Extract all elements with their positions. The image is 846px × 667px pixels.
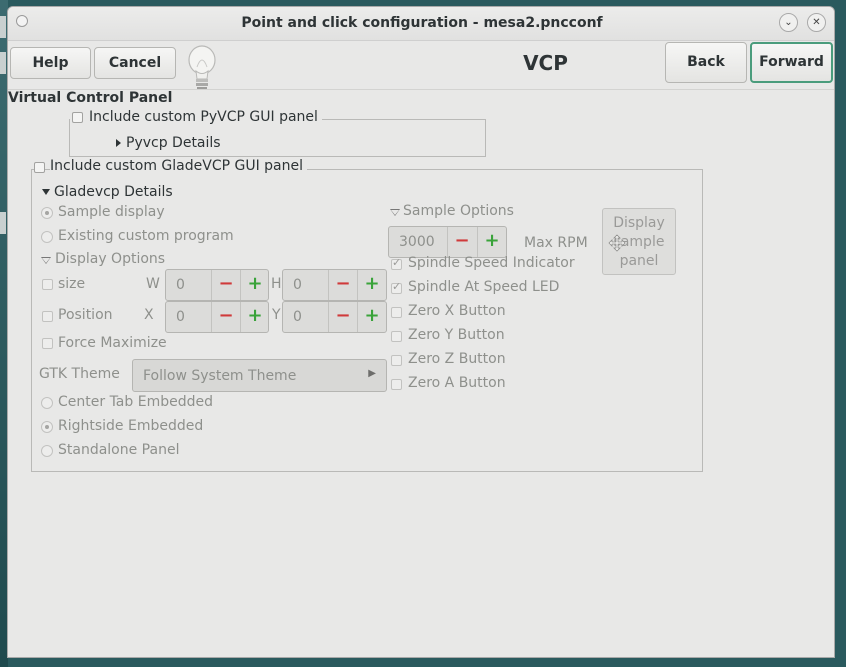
expander-arrow-icon[interactable] — [116, 139, 121, 147]
w-label: W — [146, 276, 160, 292]
zero-a-checkbox[interactable] — [391, 379, 402, 390]
max-rpm-spinner[interactable]: 3000 − + — [388, 226, 507, 258]
expander-arrow-icon[interactable] — [42, 189, 50, 195]
zero-y-label[interactable]: Zero Y Button — [408, 327, 505, 343]
pyvcp-frame-top — [301, 119, 486, 120]
sample-display-radio[interactable] — [41, 207, 53, 219]
sample-options-expander[interactable]: Sample Options — [403, 203, 514, 219]
lightbulb-icon — [188, 45, 216, 92]
force-maximize-checkbox[interactable] — [42, 338, 53, 349]
forward-button[interactable]: Forward — [750, 42, 833, 83]
zero-z-label[interactable]: Zero Z Button — [408, 351, 506, 367]
minus-icon[interactable]: − — [328, 302, 357, 332]
max-rpm-label: Max RPM — [524, 235, 588, 251]
spindle-speed-indicator-checkbox[interactable] — [391, 256, 402, 270]
position-x-value[interactable]: 0 — [176, 309, 185, 325]
h-label: H — [271, 276, 282, 292]
size-w-value[interactable]: 0 — [176, 277, 185, 293]
pyvcp-check-label[interactable]: Include custom PyVCP GUI panel — [89, 109, 322, 125]
display-sample-line-1: Display — [613, 215, 665, 231]
move-cursor-icon — [608, 234, 626, 252]
app-window: Point and click configuration - mesa2.pn… — [7, 6, 835, 658]
desktop-icon — [0, 212, 6, 234]
gladevcp-details-expander[interactable]: Gladevcp Details — [54, 184, 173, 200]
plus-icon[interactable]: + — [477, 227, 506, 257]
existing-program-radio[interactable] — [41, 231, 53, 243]
spindle-speed-indicator-label[interactable]: Spindle Speed Indicator — [408, 255, 575, 271]
help-button[interactable]: Help — [10, 47, 91, 79]
display-options-expander[interactable]: Display Options — [55, 251, 165, 267]
pyvcp-checkbox[interactable] — [72, 112, 83, 123]
gladevcp-checkbox[interactable] — [34, 162, 45, 173]
vcp-page: Virtual Control Panel Include custom PyV… — [8, 89, 834, 657]
title-bar[interactable]: Point and click configuration - mesa2.pn… — [8, 7, 834, 41]
window-title: Point and click configuration - mesa2.pn… — [241, 15, 603, 31]
standalone-radio[interactable] — [41, 445, 53, 457]
plus-icon[interactable]: + — [357, 270, 386, 300]
desktop-icon — [0, 52, 6, 74]
position-y-spinner[interactable]: 0 − + — [282, 301, 387, 333]
x-label: X — [144, 307, 154, 323]
back-button[interactable]: Back — [665, 42, 747, 83]
spindle-at-speed-label[interactable]: Spindle At Speed LED — [408, 279, 559, 295]
zero-y-checkbox[interactable] — [391, 331, 402, 342]
minus-icon[interactable]: − — [447, 227, 476, 257]
size-h-value[interactable]: 0 — [293, 277, 302, 293]
sample-display-label[interactable]: Sample display — [58, 204, 165, 220]
minus-icon[interactable]: − — [328, 270, 357, 300]
size-label[interactable]: size — [58, 276, 85, 292]
existing-program-label[interactable]: Existing custom program — [58, 228, 234, 244]
rightside-radio[interactable] — [41, 421, 53, 433]
gtk-theme-select[interactable]: Follow System Theme ▶ — [132, 359, 387, 392]
pyvcp-details-expander[interactable]: Pyvcp Details — [126, 135, 221, 151]
standalone-label[interactable]: Standalone Panel — [58, 442, 179, 458]
gtk-theme-label: GTK Theme — [39, 366, 120, 382]
desktop-icon — [0, 16, 6, 38]
force-maximize-label[interactable]: Force Maximize — [58, 335, 167, 351]
size-w-spinner[interactable]: 0 − + — [165, 269, 269, 301]
minus-icon[interactable]: − — [211, 302, 240, 332]
plus-icon[interactable]: + — [240, 270, 269, 300]
minus-icon[interactable]: − — [211, 270, 240, 300]
zero-x-label[interactable]: Zero X Button — [408, 303, 506, 319]
section-title: Virtual Control Panel — [8, 90, 173, 106]
position-label[interactable]: Position — [58, 307, 113, 323]
zero-z-checkbox[interactable] — [391, 355, 402, 366]
plus-icon[interactable]: + — [357, 302, 386, 332]
max-rpm-value[interactable]: 3000 — [399, 234, 435, 250]
size-checkbox[interactable] — [42, 279, 53, 290]
gtk-theme-value[interactable]: Follow System Theme — [143, 368, 296, 384]
expander-arrow-icon[interactable] — [390, 209, 400, 216]
y-label: Y — [272, 307, 281, 323]
expander-arrow-icon[interactable] — [41, 257, 51, 264]
gladevcp-check-label[interactable]: Include custom GladeVCP GUI panel — [50, 158, 307, 174]
position-checkbox[interactable] — [42, 311, 53, 322]
zero-x-checkbox[interactable] — [391, 307, 402, 318]
zero-a-label[interactable]: Zero A Button — [408, 375, 506, 391]
close-icon[interactable]: ✕ — [807, 13, 826, 32]
minimize-icon[interactable]: ⌄ — [779, 13, 798, 32]
size-h-spinner[interactable]: 0 − + — [282, 269, 387, 301]
center-tab-radio[interactable] — [41, 397, 53, 409]
center-tab-label[interactable]: Center Tab Embedded — [58, 394, 213, 410]
display-sample-line-3: panel — [619, 253, 659, 269]
rightside-label[interactable]: Rightside Embedded — [58, 418, 203, 434]
cancel-button[interactable]: Cancel — [94, 47, 176, 79]
position-y-value[interactable]: 0 — [293, 309, 302, 325]
page-title: VCP — [523, 51, 568, 75]
plus-icon[interactable]: + — [240, 302, 269, 332]
combo-arrow-icon[interactable]: ▶ — [368, 368, 376, 379]
spindle-at-speed-checkbox[interactable] — [391, 280, 402, 294]
position-x-spinner[interactable]: 0 − + — [165, 301, 269, 333]
